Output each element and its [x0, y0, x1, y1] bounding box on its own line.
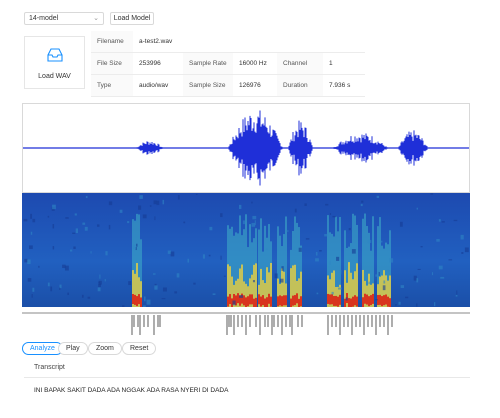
load-model-button[interactable]: Load Model	[110, 12, 154, 25]
spectrogram-view[interactable]	[22, 193, 470, 307]
play-button[interactable]: Play	[58, 342, 88, 355]
zoom-button[interactable]: Zoom	[88, 342, 122, 355]
samplerate-value: 16000 Hz	[233, 52, 277, 75]
type-value: audio/wav	[133, 74, 183, 97]
waveform-view[interactable]	[22, 103, 470, 193]
model-select-value: 14-model	[29, 15, 59, 22]
filename-key: Filename	[91, 31, 133, 53]
channel-key: Channel	[277, 52, 323, 75]
samplesize-key: Sample Size	[183, 74, 233, 97]
filesize-value: 253996	[133, 52, 183, 75]
samplerate-key: Sample Rate	[183, 52, 233, 75]
type-key: Type	[91, 74, 133, 97]
samplesize-value: 126976	[233, 74, 277, 97]
duration-key: Duration	[277, 74, 323, 97]
model-select[interactable]: 14-model ⌄	[24, 12, 104, 25]
waveform-plot	[23, 110, 469, 186]
channel-value: 1	[323, 52, 365, 75]
spectrogram-plot	[22, 193, 470, 307]
filename-value: a-test2.wav	[133, 31, 183, 53]
alignment-ticks	[22, 311, 470, 335]
filesize-key: File Size	[91, 52, 133, 75]
chevron-down-icon: ⌄	[93, 15, 99, 22]
load-wav-button[interactable]: Load WAV	[24, 36, 85, 89]
reset-button[interactable]: Reset	[122, 342, 157, 355]
load-wav-label: Load WAV	[38, 73, 71, 80]
transcript-label: Transcript	[24, 358, 470, 378]
inbox-icon	[47, 48, 63, 62]
duration-value: 7.936 s	[323, 74, 365, 97]
transcript-text: INI BAPAK SAKIT DADA ADA NGGAK ADA RASA …	[34, 387, 229, 394]
analyze-button[interactable]: Analyze	[22, 342, 63, 355]
file-info-table: Filename a-test2.wav File Size 253996 Sa…	[91, 31, 365, 97]
